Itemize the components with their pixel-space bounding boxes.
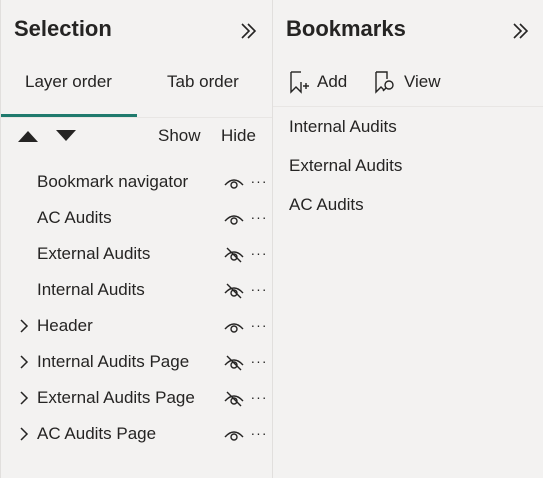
visibility-toggle-hidden[interactable] bbox=[224, 354, 244, 372]
expand-group-button[interactable] bbox=[17, 353, 31, 371]
layer-label: External Audits Page bbox=[37, 388, 195, 407]
bookmark-item[interactable]: Internal Audits bbox=[289, 117, 397, 137]
move-up-button[interactable] bbox=[17, 127, 39, 145]
move-down-button[interactable] bbox=[55, 127, 77, 145]
bookmark-item[interactable]: External Audits bbox=[289, 156, 402, 176]
layer-row[interactable]: AC Audits ··· bbox=[1, 201, 272, 237]
eye-hidden-icon bbox=[224, 355, 244, 371]
add-bookmark-icon bbox=[290, 71, 309, 94]
layer-row[interactable]: Internal Audits Page ··· bbox=[1, 345, 272, 381]
layer-row[interactable]: AC Audits Page ··· bbox=[1, 417, 272, 453]
view-bookmark-button[interactable]: View bbox=[374, 70, 441, 94]
more-options-icon[interactable]: ··· bbox=[248, 316, 270, 334]
double-chevron-right-icon bbox=[513, 23, 529, 39]
collapse-bookmarks-button[interactable] bbox=[507, 18, 533, 44]
expand-group-button[interactable] bbox=[17, 317, 31, 335]
more-options-icon[interactable]: ··· bbox=[248, 352, 270, 370]
view-bookmark-icon bbox=[375, 71, 394, 94]
expand-group-button[interactable] bbox=[17, 425, 31, 443]
chevron-right-icon bbox=[20, 319, 29, 333]
eye-icon bbox=[224, 179, 244, 189]
tab-divider bbox=[1, 117, 272, 118]
triangle-up-icon bbox=[18, 131, 38, 142]
layer-label: AC Audits bbox=[37, 208, 112, 227]
hide-button[interactable]: Hide bbox=[221, 126, 256, 146]
more-options-icon[interactable]: ··· bbox=[248, 244, 270, 262]
layer-label: Internal Audits Page bbox=[37, 352, 190, 371]
show-button[interactable]: Show bbox=[158, 126, 201, 146]
tab-layer-order[interactable]: Layer order bbox=[25, 72, 112, 92]
add-bookmark-label: Add bbox=[317, 72, 348, 91]
bookmarks-toolbar-divider bbox=[273, 106, 543, 107]
visibility-toggle-hidden[interactable] bbox=[224, 282, 244, 300]
chevron-right-icon bbox=[20, 391, 29, 405]
layer-row[interactable]: Internal Audits ··· bbox=[1, 273, 272, 309]
layer-row[interactable]: External Audits Page ··· bbox=[1, 381, 272, 417]
more-options-icon[interactable]: ··· bbox=[248, 388, 270, 406]
eye-hidden-icon bbox=[224, 283, 244, 299]
tab-tab-order[interactable]: Tab order bbox=[167, 72, 239, 92]
eye-hidden-icon bbox=[224, 391, 244, 407]
layer-label: Header bbox=[37, 316, 93, 335]
layer-row[interactable]: External Audits ··· bbox=[1, 237, 272, 273]
bookmarks-pane: Bookmarks Add View Internal Audits Extern… bbox=[272, 0, 543, 478]
layer-row[interactable]: Header ··· bbox=[1, 309, 272, 345]
eye-icon bbox=[224, 323, 244, 333]
visibility-toggle-visible[interactable] bbox=[224, 318, 244, 336]
chevron-right-icon bbox=[20, 355, 29, 369]
triangle-down-icon bbox=[56, 130, 76, 141]
expand-group-button[interactable] bbox=[17, 389, 31, 407]
double-chevron-right-icon bbox=[241, 23, 257, 39]
more-options-icon[interactable]: ··· bbox=[248, 280, 270, 298]
more-options-icon[interactable]: ··· bbox=[248, 172, 270, 190]
view-bookmark-label: View bbox=[404, 72, 441, 91]
eye-icon bbox=[224, 431, 244, 441]
more-options-icon[interactable]: ··· bbox=[248, 208, 270, 226]
layer-label: Internal Audits bbox=[37, 280, 145, 299]
visibility-toggle-hidden[interactable] bbox=[224, 390, 244, 408]
collapse-selection-button[interactable] bbox=[235, 18, 261, 44]
visibility-toggle-hidden[interactable] bbox=[224, 246, 244, 264]
more-options-icon[interactable]: ··· bbox=[248, 424, 270, 442]
visibility-toggle-visible[interactable] bbox=[224, 210, 244, 228]
chevron-right-icon bbox=[20, 427, 29, 441]
bookmarks-pane-title: Bookmarks bbox=[286, 16, 406, 41]
layer-label: AC Audits Page bbox=[37, 424, 157, 443]
eye-icon bbox=[224, 215, 244, 225]
visibility-toggle-visible[interactable] bbox=[224, 174, 244, 192]
visibility-toggle-visible[interactable] bbox=[224, 426, 244, 444]
layer-label: External Audits bbox=[37, 244, 151, 263]
bookmark-item[interactable]: AC Audits bbox=[289, 195, 364, 215]
layer-row[interactable]: Bookmark navigator ··· bbox=[1, 165, 272, 201]
selection-pane: Selection Layer order Tab order Show Hid… bbox=[0, 0, 272, 478]
add-bookmark-button[interactable]: Add bbox=[289, 70, 347, 94]
eye-hidden-icon bbox=[224, 247, 244, 263]
selection-pane-title: Selection bbox=[14, 16, 112, 41]
layer-label: Bookmark navigator bbox=[37, 172, 189, 191]
